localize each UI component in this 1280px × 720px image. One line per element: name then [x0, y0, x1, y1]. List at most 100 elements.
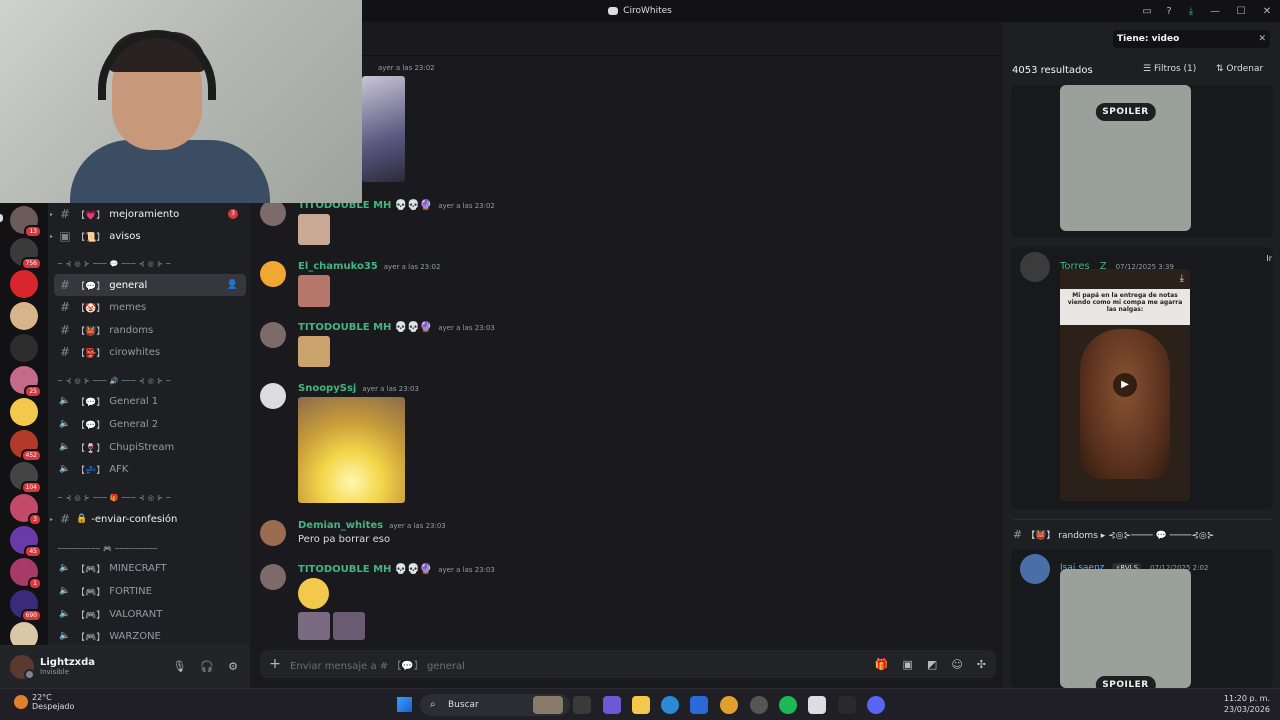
add-user-icon[interactable]: 👤 — [227, 280, 238, 290]
server-icon[interactable]: 756 — [10, 238, 42, 270]
message-image[interactable] — [298, 214, 330, 245]
sticker-icon[interactable]: ◩ — [927, 658, 937, 671]
download-icon[interactable]: ⤓ — [1180, 273, 1184, 284]
close-button[interactable]: ✕ — [1254, 6, 1280, 17]
apps-icon[interactable]: ✣ — [977, 658, 986, 671]
sort-button[interactable]: ⇅ Ordenar — [1216, 64, 1263, 74]
voice-channel[interactable]: 🔈 【🎮】 VALORANT — [54, 603, 246, 625]
minimize-button[interactable]: — — [1202, 6, 1228, 17]
message-image[interactable] — [298, 612, 330, 640]
message-author[interactable]: TITODOUBLE MH 💀💀🔮 — [298, 322, 432, 333]
server-icon[interactable]: 13 — [10, 206, 42, 238]
avatar[interactable] — [260, 200, 286, 226]
avatar[interactable] — [1020, 252, 1050, 282]
channel-general[interactable]: # 【💬】 general 👤 — [54, 274, 246, 296]
gift-icon[interactable]: 🎁 — [875, 658, 889, 671]
server-icon[interactable] — [10, 398, 38, 426]
voice-channel[interactable]: 🔈 【🎮】 WARZONE — [54, 625, 246, 647]
user-info[interactable]: Lightzxda Invisible — [40, 657, 95, 676]
windows-start-icon[interactable] — [397, 697, 412, 712]
search-input[interactable]: Tiene: video ✕ — [1113, 30, 1270, 48]
microphone-icon[interactable]: 🎙 — [172, 660, 186, 673]
server-icon[interactable]: 104 — [10, 462, 42, 494]
voice-channel[interactable]: 🔈 【🎮】 FORTINE — [54, 580, 246, 602]
inbox-icon[interactable]: ▭ — [1136, 6, 1158, 17]
discord-taskbar-icon[interactable] — [867, 696, 885, 714]
category-header[interactable]: ───────── 🎮 ───────── — [58, 545, 158, 553]
avatar[interactable] — [10, 654, 35, 680]
server-icon[interactable]: 1 — [10, 558, 42, 590]
maximize-button[interactable]: ☐ — [1228, 6, 1254, 17]
message-author[interactable]: SnoopySsj — [298, 383, 356, 394]
attach-plus-icon[interactable]: + — [260, 656, 290, 672]
play-icon[interactable]: ▶ — [1113, 373, 1137, 397]
category-header[interactable]: ─ ⊰ ◎ ⊱ ─── 💬 ─── ⊰ ◎ ⊱ ─ — [58, 260, 171, 268]
spoiler-media[interactable]: SPOILER — [1060, 85, 1191, 231]
message-author[interactable]: TITODOUBLE MH 💀💀🔮 — [298, 564, 432, 575]
search-highlight-icon[interactable] — [533, 696, 563, 714]
emoji-icon[interactable]: ☺ — [951, 658, 962, 671]
avatar[interactable] — [1020, 554, 1050, 584]
file-explorer-icon[interactable] — [632, 696, 650, 714]
server-icon[interactable]: 25 — [10, 366, 42, 398]
message-composer[interactable]: + Enviar mensaje a # 【💬】 general 🎁 ▣ ◩ ☺… — [260, 650, 996, 678]
message-image[interactable] — [298, 397, 405, 503]
composer-placeholder[interactable]: Enviar mensaje a # 【💬】 general — [290, 657, 465, 672]
channel-enviar-confesion[interactable]: ▸ # 🔒 -enviar-confesión — [50, 508, 246, 530]
channel-mejoramiento[interactable]: ▸ # 【💗】 mejoramiento 3 — [50, 203, 246, 225]
help-icon[interactable]: ? — [1158, 6, 1180, 17]
copilot-icon[interactable] — [603, 696, 621, 714]
message-author[interactable]: El_chamuko35 — [298, 261, 378, 272]
server-icon[interactable]: 452 — [10, 430, 42, 462]
voice-channel[interactable]: 🔈 【🍷】 ChupiStream — [54, 436, 246, 458]
result-channel-header[interactable]: # 【👹】 randoms ▸ ⊰◎⊱──── 💬 ────⊰◎⊱ — [1013, 528, 1214, 541]
server-icon[interactable] — [10, 302, 38, 330]
server-icon[interactable] — [10, 334, 38, 362]
voice-channel[interactable]: 🔈 【💬】 General 2 — [54, 413, 246, 435]
server-icon[interactable]: 3 — [10, 494, 42, 526]
gif-icon[interactable]: ▣ — [903, 658, 913, 671]
message-author[interactable]: Demian_whites — [298, 520, 383, 531]
capcut-icon[interactable] — [838, 696, 856, 714]
channel-label: cirowhites — [109, 346, 161, 358]
spoiler-media[interactable]: SPOILER — [1060, 569, 1191, 694]
obs-icon[interactable] — [750, 696, 768, 714]
avatar[interactable] — [260, 564, 286, 590]
avatar[interactable] — [260, 322, 286, 348]
voice-channel[interactable]: 🔈 【💬】 General 1 — [54, 390, 246, 412]
message-image[interactable] — [333, 612, 365, 640]
jump-link[interactable]: Ir — [1266, 254, 1272, 263]
channel-memes[interactable]: # 【🤡】 memes — [54, 296, 246, 318]
settings-gear-icon[interactable]: ⚙ — [228, 660, 238, 673]
headphones-icon[interactable]: 🎧 — [200, 660, 214, 673]
weather-widget[interactable]: 22°C Despejado — [14, 693, 74, 711]
store-icon[interactable] — [690, 696, 708, 714]
emoji-sticker[interactable] — [298, 578, 329, 609]
channel-randoms[interactable]: # 【👹】 randoms — [54, 319, 246, 341]
edge-icon[interactable] — [661, 696, 679, 714]
message-image[interactable] — [362, 76, 405, 182]
avatar[interactable] — [260, 261, 286, 287]
channel-cirowhites[interactable]: # 【👺】 cirowhites — [54, 341, 246, 363]
server-icon[interactable]: 690 — [10, 590, 42, 622]
chrome-icon[interactable] — [720, 696, 738, 714]
voice-channel[interactable]: 🔈 【🎮】 MINECRAFT — [54, 557, 246, 579]
voice-channel[interactable]: 🔈 【💤】 AFK — [54, 458, 246, 480]
category-header[interactable]: ─ ⊰ ◎ ⊱ ─── 🔊 ─── ⊰ ◎ ⊱ ─ — [58, 377, 171, 385]
video-result[interactable]: ⤓ Mi papá en la entrega de notas viendo … — [1060, 269, 1190, 501]
task-view-icon[interactable] — [573, 696, 591, 714]
message-image[interactable] — [298, 275, 330, 307]
app-icon[interactable] — [808, 696, 826, 714]
system-clock[interactable]: 11:20 p. m. 23/03/2026 — [1224, 693, 1270, 715]
filters-button[interactable]: ☰ Filtros (1) — [1143, 64, 1196, 74]
avatar[interactable] — [260, 520, 286, 546]
message-image[interactable] — [298, 336, 330, 367]
avatar[interactable] — [260, 383, 286, 409]
server-icon[interactable] — [10, 270, 38, 298]
category-header[interactable]: ─ ⊰ ◎ ⊱ ─── 🎁 ─── ⊰ ◎ ⊱ ─ — [58, 494, 171, 502]
clear-search-icon[interactable]: ✕ — [1258, 30, 1266, 48]
spotify-icon[interactable] — [779, 696, 797, 714]
download-icon[interactable]: ⤓ — [1180, 6, 1202, 17]
channel-avisos[interactable]: ▸ ▣ 【📜】 avisos — [50, 225, 246, 247]
server-icon[interactable]: 45 — [10, 526, 42, 558]
